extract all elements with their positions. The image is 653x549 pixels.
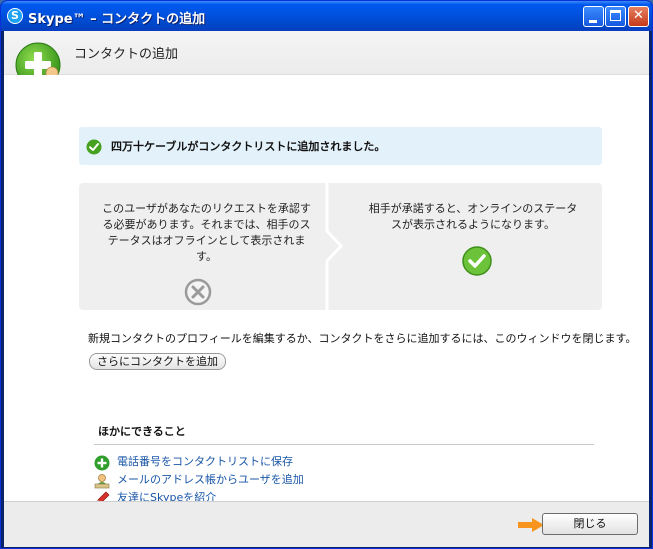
success-message: 四万十ケーブルがコンタクトリストに追加されました。: [111, 140, 386, 153]
success-banner: 四万十ケーブルがコンタクトリストに追加されました。: [79, 127, 602, 165]
minimize-icon: [589, 20, 597, 23]
page-title: コンタクトの追加: [74, 47, 179, 62]
offline-status-icon: [184, 278, 212, 306]
title-bar[interactable]: S Skype™ – コンタクトの追加 ✕: [1, 1, 652, 31]
import-address-book-label[interactable]: メールのアドレス帳からユーザを追加: [117, 472, 304, 488]
status-steps-panel: このユーザがあなたのリクエストを承認する必要があります。それまでは、相手のステー…: [79, 183, 602, 310]
save-phone-number-label[interactable]: 電話番号をコンタクトリストに保存: [117, 454, 293, 470]
step-divider: [325, 183, 344, 310]
online-status-icon: [462, 246, 492, 276]
dialog-body: 四万十ケーブルがコンタクトリストに追加されました。 このユーザがあなたのリクエス…: [4, 75, 649, 506]
success-check-icon: [86, 139, 102, 155]
close-button[interactable]: 閉じる: [542, 513, 638, 535]
dialog-footer: 閉じる: [4, 501, 649, 547]
divider: [94, 444, 594, 445]
close-window-hint: 新規コンタクトのプロフィールを編集するか、コンタクトをさらに追加するには、このウ…: [88, 332, 637, 345]
dialog-client-area: コンタクトの追加 四万十ケーブルがコンタクトリストに追加されました。 このユーザ…: [4, 31, 649, 547]
more-actions-title: ほかにできること: [98, 425, 186, 438]
maximize-icon: [610, 10, 621, 21]
add-phone-icon: [94, 455, 110, 471]
maximize-button[interactable]: [605, 6, 626, 27]
window-close-button[interactable]: ✕: [628, 6, 649, 27]
close-icon: ✕: [633, 8, 644, 23]
minimize-button[interactable]: [583, 6, 604, 27]
window-title: Skype™ – コンタクトの追加: [28, 12, 206, 27]
dialog-header: コンタクトの追加: [4, 31, 649, 75]
arrow-pointer-icon: [518, 518, 544, 532]
dialog-window: S Skype™ – コンタクトの追加 ✕ コンタクトの追加 四万十ケーブルがコ…: [0, 0, 653, 549]
pending-approval-text: このユーザがあなたのリクエストを承認する必要があります。それまでは、相手のステー…: [102, 202, 311, 263]
add-more-contacts-button[interactable]: さらにコンタクトを追加: [89, 353, 226, 370]
skype-app-icon: S: [7, 8, 23, 24]
after-approval-text: 相手が承諾すると、オンラインのステータスが表示されるようになります。: [368, 202, 578, 231]
address-book-icon: [94, 474, 110, 489]
